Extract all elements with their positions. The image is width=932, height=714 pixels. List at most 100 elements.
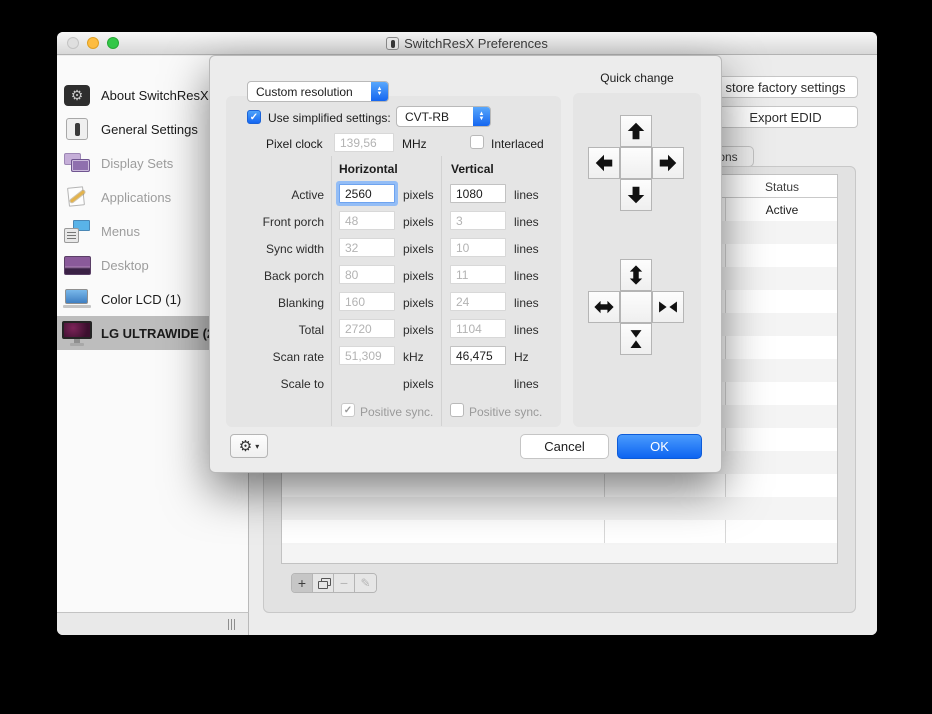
color-lcd-icon [63, 288, 91, 310]
unit-label: lines [514, 377, 539, 391]
unit-label: kHz [403, 350, 424, 364]
status-column-header: Status [764, 179, 800, 194]
cancel-button[interactable]: Cancel [520, 434, 609, 459]
interlaced-label: Interlaced [491, 137, 544, 151]
shrink-vertical-icon [630, 330, 642, 348]
row-label: Scan rate [272, 350, 324, 364]
v-scan-rate-field[interactable]: 46,475 [450, 346, 506, 365]
export-edid-button[interactable]: Export EDID [713, 106, 858, 128]
duplicate-icon [317, 578, 331, 589]
h-active-field[interactable]: 2560 [339, 184, 395, 203]
quick-change-title: Quick change [600, 71, 674, 85]
table-row[interactable] [282, 520, 837, 543]
row-label: Blanking [277, 296, 324, 310]
h-positive-sync-checkbox[interactable]: ✓ [341, 403, 355, 417]
v-total-field[interactable]: 1104 [450, 319, 506, 338]
sidebar-footer [57, 612, 249, 635]
row-label: Front porch [262, 215, 324, 229]
v-positive-sync-checkbox[interactable] [450, 403, 464, 417]
desktop-background: SwitchResX Preferences ⚙ About SwitchRes… [0, 0, 932, 714]
sidebar-item-label: General Settings [101, 121, 198, 137]
sidebar-item-label: LG ULTRAWIDE (2 [101, 325, 215, 341]
display-sets-icon [63, 152, 91, 174]
v-blanking-field[interactable]: 24 [450, 292, 506, 311]
edit-resolution-button[interactable]: ✎ [355, 574, 376, 592]
h-front-porch-field[interactable]: 48 [339, 211, 395, 230]
v-active-field[interactable]: 1080 [450, 184, 506, 203]
h-back-porch-field[interactable]: 80 [339, 265, 395, 284]
expand-vertical-icon [629, 265, 643, 285]
row-label: Active [291, 188, 324, 202]
unit-label: pixels [403, 242, 434, 256]
h-sync-width-field[interactable]: 32 [339, 238, 395, 257]
v-sync-width-field[interactable]: 10 [450, 238, 506, 257]
arrow-right-icon [659, 154, 677, 172]
expand-vertical-button[interactable] [620, 259, 652, 291]
about-switchresx-icon: ⚙ [64, 84, 90, 106]
use-simplified-label: Use simplified settings: [268, 111, 391, 125]
unit-label: lines [514, 296, 539, 310]
shrink-horizontal-button[interactable] [652, 291, 684, 323]
sidebar-item-label: Display Sets [101, 155, 174, 171]
sidebar-item-label: Menus [101, 223, 141, 239]
arrow-left-icon [595, 154, 613, 172]
use-simplified-checkbox[interactable]: ✓ [247, 110, 261, 124]
applications-icon [65, 185, 89, 209]
unit-label: lines [514, 269, 539, 283]
pane-resize-grip[interactable] [228, 619, 240, 630]
quick-change-center-cell [620, 291, 652, 323]
pixel-clock-field[interactable]: 139,56 [334, 133, 394, 152]
unit-label: lines [514, 242, 539, 256]
remove-resolution-button[interactable]: − [334, 574, 355, 592]
move-left-button[interactable] [588, 147, 620, 179]
desktop-icon [63, 255, 91, 275]
sidebar-item-label: Color LCD (1) [101, 291, 182, 307]
timing-standard-popup[interactable]: CVT-RB ▲ ▼ [396, 106, 491, 127]
pixel-clock-unit: MHz [402, 137, 427, 151]
window-title: SwitchResX Preferences [404, 36, 548, 51]
table-row[interactable] [282, 474, 837, 497]
resolution-type-popup[interactable]: Custom resolution ▲ ▼ [247, 81, 389, 102]
ok-button[interactable]: OK [617, 434, 702, 459]
move-right-button[interactable] [652, 147, 684, 179]
expand-horizontal-button[interactable] [588, 291, 620, 323]
vertical-header: Vertical [451, 162, 494, 176]
row-label: Total [298, 323, 324, 337]
horizontal-header: Horizontal [339, 162, 398, 176]
action-menu-button[interactable]: ⚙ ▾ [230, 434, 268, 458]
move-up-button[interactable] [620, 115, 652, 147]
form-divider [331, 156, 332, 426]
h-total-field[interactable]: 2720 [339, 319, 395, 338]
lg-ultrawide-icon [61, 320, 93, 346]
sidebar-item-label: Desktop [101, 257, 149, 273]
add-resolution-button[interactable]: + [292, 574, 313, 592]
unit-label: pixels [403, 323, 434, 337]
unit-label: pixels [403, 296, 434, 310]
h-scan-rate-field[interactable]: 51,309 [339, 346, 395, 365]
general-settings-icon [66, 118, 88, 140]
shrink-vertical-button[interactable] [620, 323, 652, 355]
app-mini-icon [386, 37, 400, 50]
pencil-icon: ✎ [360, 576, 371, 590]
v-front-porch-field[interactable]: 3 [450, 211, 506, 230]
shrink-horizontal-icon [659, 301, 677, 313]
unit-label: lines [514, 215, 539, 229]
v-back-porch-field[interactable]: 11 [450, 265, 506, 284]
v-positive-sync-label: Positive sync. [469, 405, 543, 419]
duplicate-resolution-button[interactable] [313, 574, 334, 592]
h-blanking-field[interactable]: 160 [339, 292, 395, 311]
pixel-clock-label: Pixel clock [266, 137, 323, 151]
unit-label: Hz [514, 350, 529, 364]
titlebar: SwitchResX Preferences [57, 32, 877, 55]
switchresx-window: SwitchResX Preferences ⚙ About SwitchRes… [57, 32, 877, 635]
quick-change-center-cell [620, 147, 652, 179]
restore-factory-settings-button[interactable]: store factory settings [713, 76, 858, 98]
table-row[interactable] [282, 543, 837, 563]
unit-label: lines [514, 323, 539, 337]
move-down-button[interactable] [620, 179, 652, 211]
expand-horizontal-icon [594, 300, 614, 314]
h-positive-sync-label: Positive sync. [360, 405, 434, 419]
table-row[interactable] [282, 497, 837, 520]
unit-label: pixels [403, 188, 434, 202]
interlaced-checkbox[interactable] [470, 135, 484, 149]
